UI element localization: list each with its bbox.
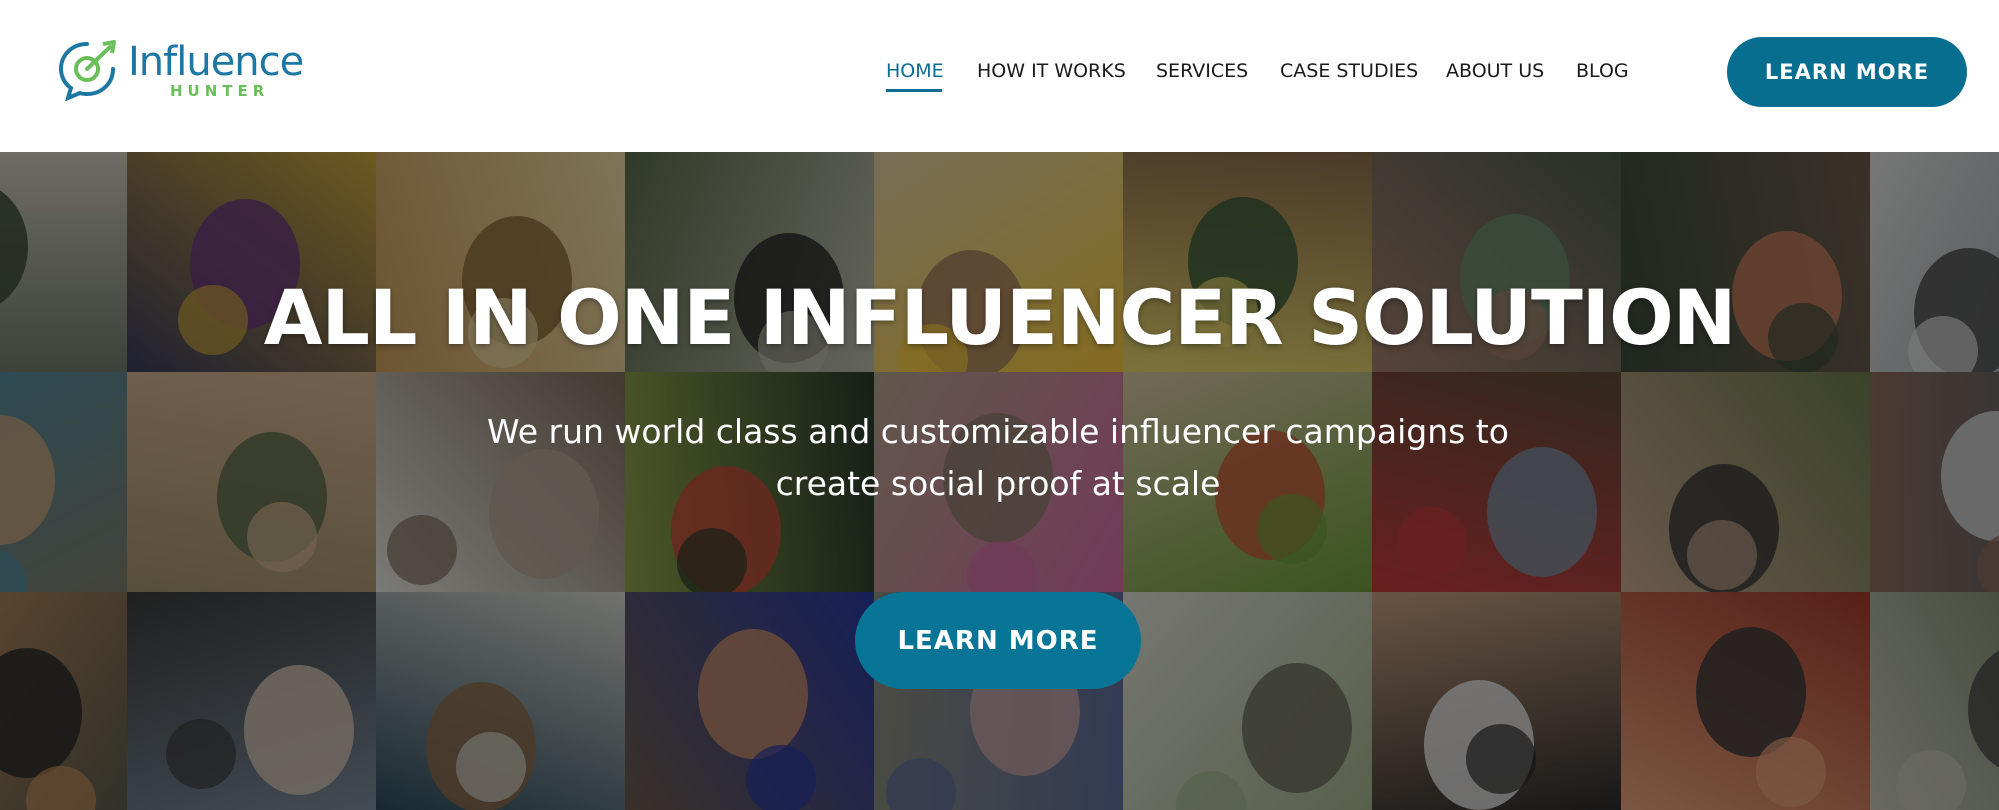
hero-section: ALL IN ONE INFLUENCER SOLUTION We run wo… [0, 152, 1999, 810]
hero-title: ALL IN ONE INFLUENCER SOLUTION [263, 273, 1737, 362]
nav-item-case-studies[interactable]: CASE STUDIES [1280, 58, 1418, 84]
nav-item-how-it-works[interactable]: HOW IT WORKS [977, 58, 1126, 84]
site-header: Influence HUNTER HOME HOW IT WORKS SERVI… [0, 0, 1999, 152]
nav-item-services[interactable]: SERVICES [1156, 58, 1248, 84]
hero-subtitle: We run world class and customizable infl… [460, 406, 1536, 510]
nav-active-indicator [886, 89, 942, 92]
hero-learn-more-button[interactable]: LEARN MORE [855, 592, 1141, 689]
hero-subtitle-line-1: We run world class and customizable infl… [487, 412, 1509, 451]
nav-item-about-us[interactable]: ABOUT US [1446, 58, 1544, 84]
main-nav: HOME HOW IT WORKS SERVICES CASE STUDIES … [0, 58, 1999, 88]
nav-item-home[interactable]: HOME [886, 58, 944, 84]
header-learn-more-button[interactable]: LEARN MORE [1727, 37, 1967, 107]
hero-subtitle-line-2: create social proof at scale [775, 464, 1221, 503]
nav-item-blog[interactable]: BLOG [1576, 58, 1629, 84]
